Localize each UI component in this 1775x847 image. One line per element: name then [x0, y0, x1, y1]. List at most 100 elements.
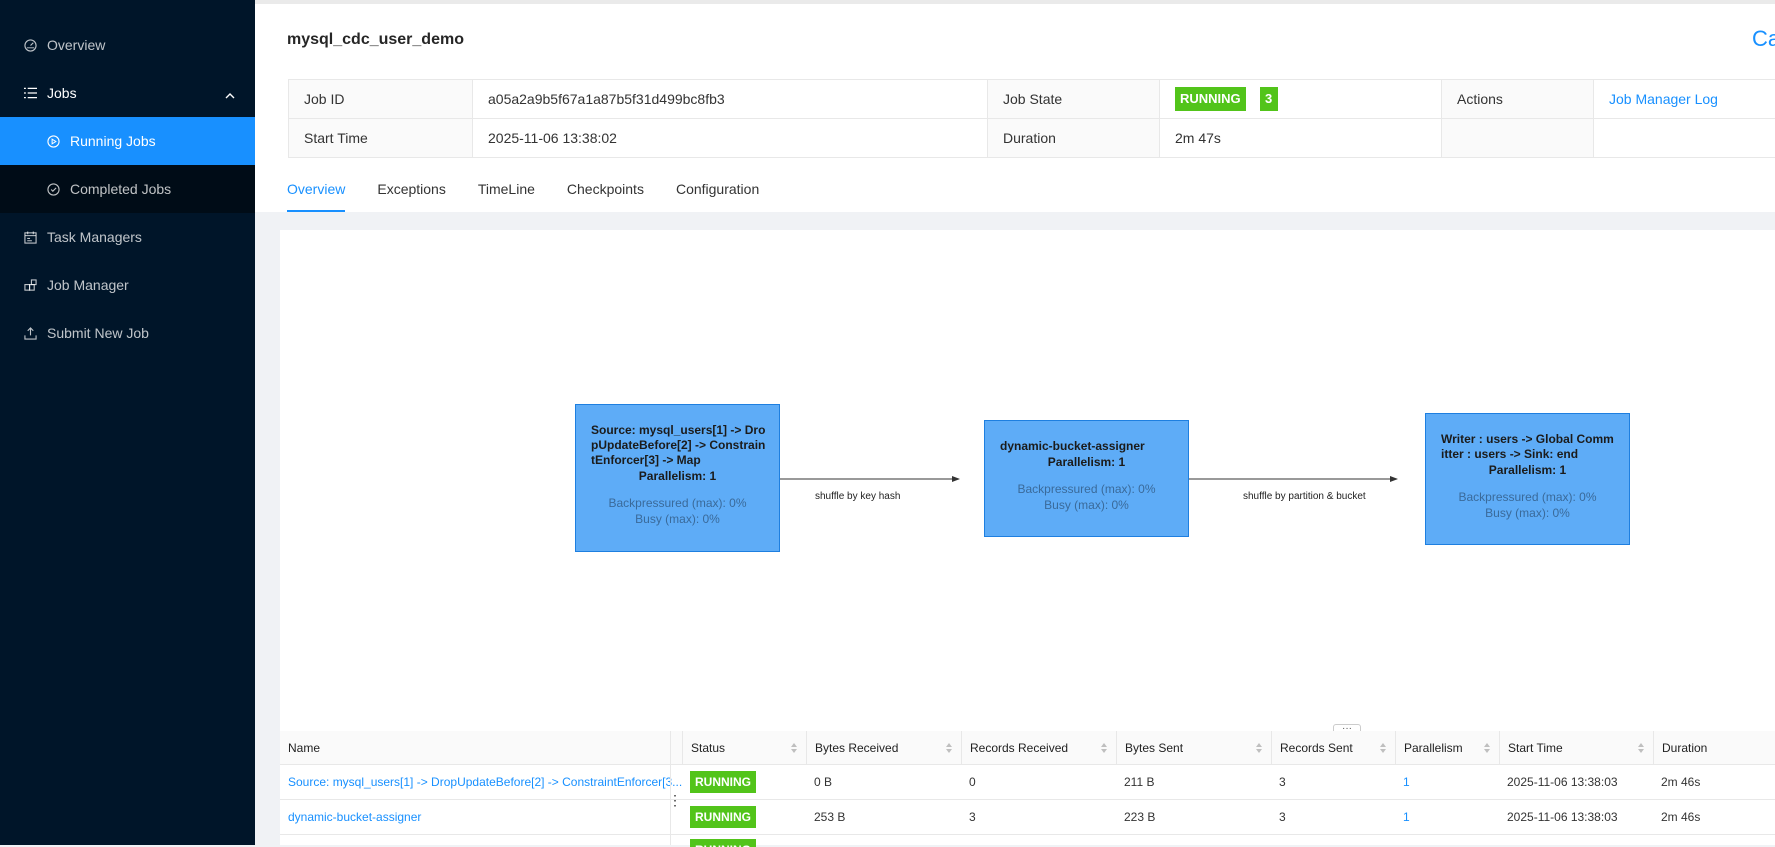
upload-icon	[23, 326, 37, 340]
sort-icon	[790, 742, 798, 754]
check-circle-icon	[46, 182, 60, 196]
empty-cell	[1594, 119, 1775, 158]
duration: 2m 46s	[1653, 765, 1775, 799]
col-bytes-received[interactable]: Bytes Received	[806, 731, 961, 764]
column-header: Start Time	[1508, 741, 1563, 755]
node-name: Source: mysql_users[1] -> DropUpdateBefo…	[591, 423, 767, 468]
tab-checkpoints[interactable]: Checkpoints	[567, 170, 644, 212]
node-busy: Busy (max): 0%	[1426, 505, 1629, 521]
start-time-label: Start Time	[289, 119, 473, 158]
sort-icon	[1100, 742, 1108, 754]
schedule-icon	[23, 230, 37, 244]
duration: 2m 46s	[1653, 800, 1775, 834]
vertex-name-link[interactable]: dynamic-bucket-assigner	[288, 810, 421, 824]
task-count-badge: 3	[1260, 87, 1278, 111]
sidebar-item-label: Task Managers	[47, 229, 142, 245]
column-header: Records Received	[970, 741, 1068, 755]
main-content: mysql_cdc_user_demo Cancel Job Job ID a0…	[255, 0, 1775, 845]
top-divider	[255, 0, 1775, 4]
col-parallelism[interactable]: Parallelism	[1395, 731, 1499, 764]
list-icon	[23, 86, 37, 100]
sidebar-item-running-jobs[interactable]: Running Jobs	[0, 117, 255, 165]
tab-overview[interactable]: Overview	[287, 170, 345, 212]
cancel-job-button[interactable]: Cancel Job	[1752, 26, 1775, 52]
column-header: Status	[691, 741, 725, 755]
col-records-sent[interactable]: Records Sent	[1271, 731, 1395, 764]
sort-icon	[1379, 742, 1387, 754]
table-row[interactable]: RUNNING	[280, 835, 1775, 847]
column-header: Bytes Received	[815, 741, 898, 755]
job-id-value: a05a2a9b5f67a1a87b5f31d499bc8fb3	[473, 80, 988, 119]
job-title: mysql_cdc_user_demo	[287, 31, 464, 49]
node-busy: Busy (max): 0%	[985, 497, 1188, 513]
sidebar-item-label: Running Jobs	[70, 133, 156, 149]
bytes-sent: 223 B	[1116, 800, 1271, 834]
dashboard-icon	[23, 38, 37, 52]
graph-node[interactable]: dynamic-bucket-assigner Parallelism: 1 B…	[984, 420, 1189, 537]
sidebar-item-label: Submit New Job	[47, 325, 149, 341]
col-status[interactable]: Status	[682, 731, 806, 764]
bytes-sent: 211 B	[1116, 765, 1271, 799]
records-sent: 3	[1271, 765, 1395, 799]
node-backpressured: Backpressured (max): 0%	[1426, 489, 1629, 505]
job-graph-canvas[interactable]: shuffle by key hash shuffle by partition…	[280, 230, 1775, 730]
bytes-received: 253 B	[806, 800, 961, 834]
sidebar-item-label: Job Manager	[47, 277, 129, 293]
graph-node[interactable]: Source: mysql_users[1] -> DropUpdateBefo…	[575, 404, 780, 552]
job-state-label: Job State	[988, 80, 1160, 119]
status-badge: RUNNING	[690, 771, 756, 793]
duration-value: 2m 47s	[1160, 119, 1442, 158]
status-badge: RUNNING	[690, 839, 756, 847]
job-tabs: Overview Exceptions TimeLine Checkpoints…	[287, 170, 791, 212]
column-resize-handle[interactable]: ⋮	[668, 797, 674, 819]
actions-cell: Job Manager Log	[1594, 80, 1775, 119]
sidebar-item-overview[interactable]: Overview	[0, 21, 255, 69]
col-name[interactable]: Name	[280, 731, 684, 764]
sort-icon	[945, 742, 953, 754]
vertex-table: Name Status Bytes Received Records Recei…	[280, 731, 1775, 847]
start-time: 2025-11-06 13:38:03	[1499, 765, 1653, 799]
tab-timeline[interactable]: TimeLine	[478, 170, 535, 212]
tab-configuration[interactable]: Configuration	[676, 170, 759, 212]
col-records-received[interactable]: Records Received	[961, 731, 1116, 764]
job-manager-log-link[interactable]: Job Manager Log	[1609, 91, 1718, 107]
sidebar-item-submit-new-job[interactable]: Submit New Job	[0, 309, 255, 357]
job-info-table: Job ID a05a2a9b5f67a1a87b5f31d499bc8fb3 …	[288, 79, 1775, 158]
section-gap-left	[255, 212, 280, 845]
node-busy: Busy (max): 0%	[576, 511, 779, 527]
actions-label: Actions	[1442, 80, 1594, 119]
sidebar-item-task-managers[interactable]: Task Managers	[0, 213, 255, 261]
bytes-received: 0 B	[806, 765, 961, 799]
table-row[interactable]: Source: mysql_users[1] -> DropUpdateBefo…	[280, 765, 1775, 800]
table-header: Name Status Bytes Received Records Recei…	[280, 731, 1775, 765]
sidebar-item-completed-jobs[interactable]: Completed Jobs	[0, 165, 255, 213]
col-start-time[interactable]: Start Time	[1499, 731, 1653, 764]
sidebar-item-label: Jobs	[47, 85, 77, 101]
node-name: dynamic-bucket-assigner	[1000, 439, 1176, 454]
node-parallelism: Parallelism: 1	[576, 469, 779, 483]
sidebar-item-job-manager[interactable]: Job Manager	[0, 261, 255, 309]
col-bytes-sent[interactable]: Bytes Sent	[1116, 731, 1271, 764]
column-divider	[670, 731, 671, 845]
node-parallelism: Parallelism: 1	[985, 455, 1188, 469]
edge-label: shuffle by key hash	[815, 491, 900, 502]
vertex-name-link[interactable]: Source: mysql_users[1] -> DropUpdateBefo…	[288, 775, 682, 789]
tab-exceptions[interactable]: Exceptions	[377, 170, 445, 212]
empty-cell	[1442, 119, 1594, 158]
sort-icon	[1637, 742, 1645, 754]
column-header: Name	[288, 741, 320, 755]
node-backpressured: Backpressured (max): 0%	[985, 481, 1188, 497]
sidebar-item-label: Completed Jobs	[70, 181, 171, 197]
records-sent: 3	[1271, 800, 1395, 834]
parallelism: 1	[1395, 765, 1499, 799]
chevron-up-icon	[225, 86, 235, 102]
node-backpressured: Backpressured (max): 0%	[576, 495, 779, 511]
parallelism: 1	[1395, 800, 1499, 834]
node-parallelism: Parallelism: 1	[1426, 463, 1629, 477]
node-name: Writer : users -> Global Committer : use…	[1441, 432, 1617, 462]
graph-node[interactable]: Writer : users -> Global Committer : use…	[1425, 413, 1630, 545]
sidebar-item-jobs[interactable]: Jobs	[0, 69, 255, 117]
col-duration[interactable]: Duration	[1653, 731, 1775, 764]
column-header: Parallelism	[1404, 741, 1463, 755]
table-row[interactable]: dynamic-bucket-assigner RUNNING 253 B 3 …	[280, 800, 1775, 835]
